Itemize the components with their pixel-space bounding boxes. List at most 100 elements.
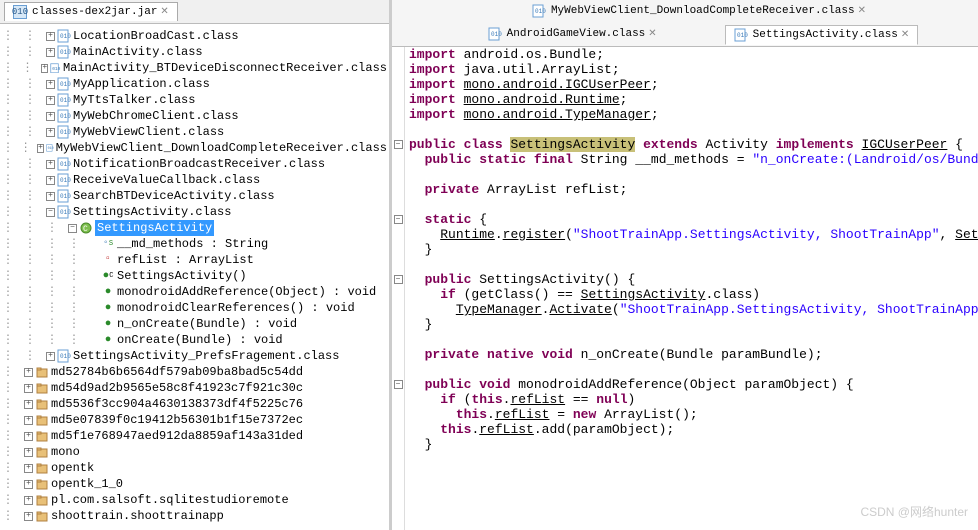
expand-toggle[interactable]: + [24, 400, 33, 409]
expand-toggle[interactable]: + [24, 496, 33, 505]
tree-item[interactable]: ⋮⋮⋮⋮●CSettingsActivity() [2, 268, 387, 284]
tree-item[interactable]: ⋮⋮+010ReceiveValueCallback.class [2, 172, 387, 188]
editor-tab[interactable]: 010AndroidGameView.class ✕ [480, 25, 665, 43]
expand-toggle[interactable]: + [46, 48, 55, 57]
tree-item[interactable]: ⋮⋮+010MainActivity_BTDeviceDisconnectRec… [2, 60, 387, 76]
expand-toggle[interactable]: + [24, 368, 33, 377]
code-line[interactable] [409, 332, 978, 347]
expand-toggle[interactable]: + [46, 96, 55, 105]
tree-item[interactable]: ⋮+mono [2, 444, 387, 460]
code-line[interactable]: import java.util.ArrayList; [409, 62, 978, 77]
expand-toggle[interactable]: + [46, 80, 55, 89]
code-line[interactable] [409, 122, 978, 137]
code-line[interactable] [409, 167, 978, 182]
tree-item[interactable]: ⋮+md54d9ad2b9565e58c8f41923c7f921c30c [2, 380, 387, 396]
tree-item[interactable]: ⋮⋮⋮⋮▫refList : ArrayList [2, 252, 387, 268]
tree-item[interactable]: ⋮+opentk_1_0 [2, 476, 387, 492]
code-line[interactable]: import mono.android.Runtime; [409, 92, 978, 107]
expand-toggle[interactable]: + [37, 144, 44, 153]
tree-item[interactable]: ⋮⋮⋮⋮●n_onCreate(Bundle) : void [2, 316, 387, 332]
fold-toggle[interactable]: − [394, 215, 403, 224]
tree-label: LocationBroadCast.class [73, 28, 239, 44]
expand-toggle[interactable]: + [24, 512, 33, 521]
expand-toggle[interactable]: + [46, 112, 55, 121]
tree-item[interactable]: ⋮+md5e07839f0c19412b56301b1f15e7372ec [2, 412, 387, 428]
expand-toggle[interactable]: + [24, 432, 33, 441]
tree-item[interactable]: ⋮⋮+010LocationBroadCast.class [2, 28, 387, 44]
tree-item[interactable]: ⋮⋮⋮−CSettingsActivity [2, 220, 387, 236]
expand-toggle[interactable]: − [68, 224, 77, 233]
tree-item[interactable]: ⋮⋮⋮⋮●onCreate(Bundle) : void [2, 332, 387, 348]
tree-tab[interactable]: 010 classes-dex2jar.jar ✕ [4, 2, 178, 21]
code-line[interactable]: if (getClass() == SettingsActivity.class… [409, 287, 978, 302]
fold-toggle[interactable]: − [394, 140, 403, 149]
tree-item[interactable]: ⋮+pl.com.salsoft.sqlitestudioremote [2, 492, 387, 508]
tree-item[interactable]: ⋮⋮+010MainActivity.class [2, 44, 387, 60]
package-tree[interactable]: ⋮⋮+010LocationBroadCast.class⋮⋮+010MainA… [0, 24, 389, 530]
code-line[interactable]: } [409, 242, 978, 257]
expand-toggle[interactable]: + [46, 128, 55, 137]
expand-toggle[interactable]: + [46, 192, 55, 201]
expand-toggle[interactable]: + [24, 464, 33, 473]
class-icon: C [79, 221, 93, 235]
fold-toggle[interactable]: − [394, 275, 403, 284]
code-line[interactable]: TypeManager.Activate("ShootTrainApp.Sett… [409, 302, 978, 317]
expand-toggle[interactable]: + [46, 352, 55, 361]
tree-item[interactable]: ⋮+md5f1e768947aed912da8859af143a31ded [2, 428, 387, 444]
tree-item[interactable]: ⋮⋮+010MyWebChromeClient.class [2, 108, 387, 124]
tree-item[interactable]: ⋮+md52784b6b6564df579ab09ba8bad5c54dd [2, 364, 387, 380]
code-line[interactable]: import android.os.Bundle; [409, 47, 978, 62]
code-line[interactable]: private native void n_onCreate(Bundle pa… [409, 347, 978, 362]
tree-item[interactable]: ⋮⋮⋮⋮◦S__md_methods : String [2, 236, 387, 252]
code-line[interactable]: public class SettingsActivity extends Ac… [409, 137, 978, 152]
fold-toggle[interactable]: − [394, 380, 403, 389]
tree-item[interactable]: ⋮⋮+010NotificationBroadcastReceiver.clas… [2, 156, 387, 172]
tree-item[interactable]: ⋮⋮−010SettingsActivity.class [2, 204, 387, 220]
tree-item[interactable]: ⋮⋮+010MyWebViewClient_DownloadCompleteRe… [2, 140, 387, 156]
expand-toggle[interactable]: + [41, 64, 48, 73]
close-icon[interactable]: ✕ [160, 6, 168, 18]
tree-item[interactable]: ⋮+shoottrain.shoottrainapp [2, 508, 387, 524]
code-line[interactable] [409, 197, 978, 212]
code-line[interactable]: public void monodroidAddReference(Object… [409, 377, 978, 392]
tree-item[interactable]: ⋮+opentk [2, 460, 387, 476]
close-icon[interactable]: ✕ [858, 5, 866, 17]
tree-item[interactable]: ⋮⋮+010MyTtsTalker.class [2, 92, 387, 108]
expand-toggle[interactable]: − [46, 208, 55, 217]
close-icon[interactable]: ✕ [901, 29, 909, 41]
code-line[interactable]: this.refList = new ArrayList(); [409, 407, 978, 422]
code-line[interactable]: public SettingsActivity() { [409, 272, 978, 287]
tree-item[interactable]: ⋮⋮+010MyApplication.class [2, 76, 387, 92]
tree-item[interactable]: ⋮⋮⋮⋮●monodroidClearReferences() : void [2, 300, 387, 316]
tree-item[interactable]: ⋮⋮+010MyWebViewClient.class [2, 124, 387, 140]
expand-toggle[interactable]: + [24, 384, 33, 393]
code-line[interactable] [409, 362, 978, 377]
fold-gutter[interactable]: − − − − [392, 47, 405, 530]
code-line[interactable]: private ArrayList refList; [409, 182, 978, 197]
code-area[interactable]: import android.os.Bundle;import java.uti… [405, 47, 978, 530]
expand-toggle[interactable]: + [24, 448, 33, 457]
code-line[interactable]: import mono.android.IGCUserPeer; [409, 77, 978, 92]
code-line[interactable]: public static final String __md_methods … [409, 152, 978, 167]
code-editor[interactable]: − − − − import android.os.Bundle;import jav… [392, 47, 978, 530]
code-line[interactable]: Runtime.register("ShootTrainApp.Settings… [409, 227, 978, 242]
tree-item[interactable]: ⋮+md5536f3cc904a4630138373df4f5225c76 [2, 396, 387, 412]
code-line[interactable] [409, 257, 978, 272]
expand-toggle[interactable]: + [46, 32, 55, 41]
editor-tab[interactable]: 010MyWebViewClient_DownloadCompleteRecei… [524, 2, 874, 20]
code-line[interactable]: this.refList.add(paramObject); [409, 422, 978, 437]
code-line[interactable]: } [409, 437, 978, 452]
close-icon[interactable]: ✕ [648, 28, 656, 40]
code-line[interactable]: import mono.android.TypeManager; [409, 107, 978, 122]
tree-item[interactable]: ⋮⋮⋮⋮●monodroidAddReference(Object) : voi… [2, 284, 387, 300]
editor-tab[interactable]: 010SettingsActivity.class ✕ [725, 25, 919, 45]
expand-toggle[interactable]: + [46, 176, 55, 185]
code-line[interactable]: static { [409, 212, 978, 227]
tree-item[interactable]: ⋮⋮+010SearchBTDeviceActivity.class [2, 188, 387, 204]
expand-toggle[interactable]: + [24, 480, 33, 489]
expand-toggle[interactable]: + [46, 160, 55, 169]
code-line[interactable]: if (this.refList == null) [409, 392, 978, 407]
code-line[interactable]: } [409, 317, 978, 332]
expand-toggle[interactable]: + [24, 416, 33, 425]
tree-item[interactable]: ⋮⋮+010SettingsActivity_PrefsFragement.cl… [2, 348, 387, 364]
